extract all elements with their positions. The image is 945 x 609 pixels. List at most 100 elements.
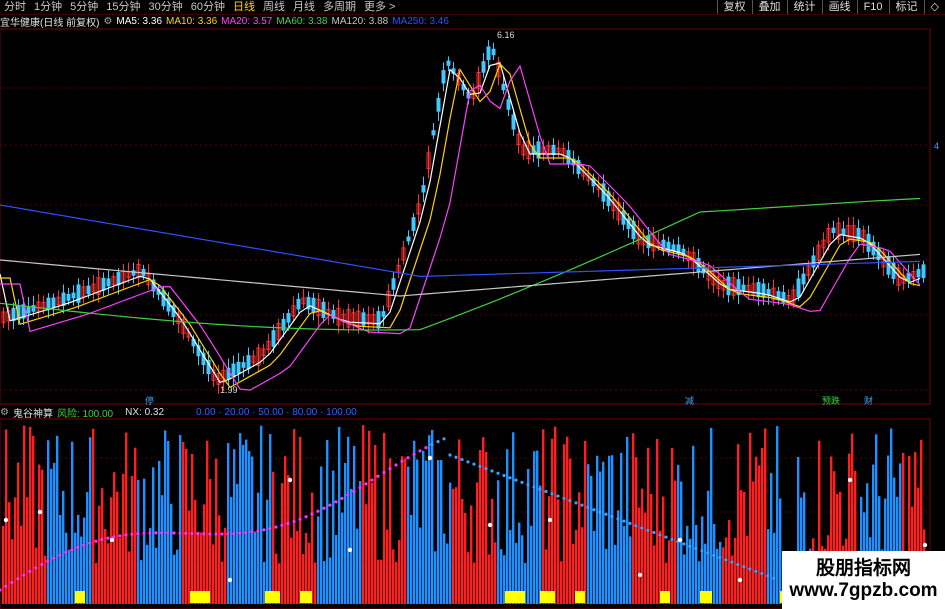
histogram-bar — [674, 480, 677, 604]
histogram-bar — [47, 440, 50, 604]
histogram-bar — [386, 529, 389, 604]
histogram-bar — [59, 515, 62, 604]
histogram-bar — [143, 478, 146, 604]
histogram-bar — [425, 460, 428, 604]
indicator-dot — [22, 573, 26, 577]
ma60-label: MA60: 3.38 — [276, 16, 328, 27]
indicator-dot — [304, 515, 308, 519]
indicator-dot — [250, 530, 254, 534]
histogram-bar — [401, 456, 404, 604]
histogram-bar — [224, 527, 227, 604]
indicator-dot — [688, 544, 692, 548]
histogram-bar — [584, 440, 587, 604]
histogram-bar — [449, 482, 452, 604]
histogram-bar — [173, 554, 176, 604]
histogram-bar — [599, 471, 602, 604]
ma120-label: MA120: 3.88 — [331, 16, 389, 27]
indicator-dot — [70, 548, 74, 552]
indicator-dot — [670, 537, 674, 541]
indicator-dot — [724, 558, 728, 562]
candle-body — [831, 227, 836, 234]
indicator-dot — [748, 567, 752, 571]
candle-body — [431, 130, 436, 136]
histogram-bar — [569, 458, 572, 604]
indicator-dot — [46, 559, 50, 563]
histogram-bar — [530, 525, 533, 604]
candle-body — [916, 269, 921, 278]
histogram-bar — [644, 512, 647, 604]
candle-body — [421, 185, 426, 193]
histogram-bar — [353, 445, 356, 604]
indicator-dot — [370, 478, 374, 482]
histogram-bar — [236, 483, 239, 604]
histogram-bar — [380, 559, 383, 604]
indicator-dot — [280, 523, 284, 527]
indicator-dot — [496, 471, 500, 475]
histogram-bar — [527, 468, 530, 604]
indicator-name[interactable]: 鬼谷神算 — [13, 405, 53, 420]
indicator-dot — [424, 446, 428, 450]
indicator-dot — [376, 474, 380, 478]
indicator-dot — [118, 534, 122, 538]
histogram-bar — [536, 450, 539, 604]
histogram-bar — [437, 460, 440, 604]
indicator-dot — [406, 456, 410, 460]
histogram-bar — [8, 502, 11, 604]
candle-body — [71, 292, 76, 299]
indicator-dot — [76, 545, 80, 549]
histogram-bar — [377, 559, 380, 604]
histogram-bar — [203, 504, 206, 604]
indicator-dot — [136, 532, 140, 536]
base-marker — [505, 591, 525, 603]
indicator-dot — [736, 562, 740, 567]
histogram-bar — [623, 525, 626, 604]
indicator-dot — [346, 493, 350, 497]
histogram-bar — [62, 490, 65, 604]
signal-dot — [227, 577, 233, 583]
histogram-bar — [653, 545, 656, 604]
candle-body — [811, 255, 816, 268]
indicator-dot — [274, 525, 278, 529]
indicator-dot — [364, 482, 368, 486]
histogram-bar — [152, 467, 155, 604]
event-marker-forecast[interactable]: 预跌 — [822, 394, 840, 407]
gear-icon[interactable]: ⚙ — [103, 16, 112, 27]
indicator-dot — [214, 532, 218, 536]
indicator-dot — [538, 487, 542, 491]
candle-body — [236, 361, 241, 374]
histogram-bar — [407, 466, 410, 604]
indicator-dot — [154, 531, 158, 535]
histogram-bar — [170, 503, 173, 604]
base-marker — [75, 591, 85, 603]
candle-body — [116, 272, 121, 286]
histogram-bar — [29, 426, 32, 604]
ma20-label: MA20: 3.57 — [221, 16, 273, 27]
histogram-bar — [638, 507, 641, 604]
histogram-bar — [494, 542, 497, 604]
stock-title[interactable]: 宜华健康(日线 前复权) — [0, 14, 99, 29]
histogram-bar — [320, 466, 323, 604]
indicator-dot — [328, 503, 332, 507]
histogram-bar — [632, 433, 635, 604]
histogram-bar — [773, 532, 776, 604]
indicator-dot — [82, 543, 86, 547]
histogram-bar — [188, 510, 191, 604]
ma5-label: MA5: 3.36 — [116, 16, 163, 27]
indicator-dot — [730, 560, 734, 564]
histogram-bar — [116, 491, 119, 604]
candle-body — [511, 114, 516, 130]
indicator-dot — [436, 439, 440, 444]
signal-dot — [109, 537, 115, 543]
histogram-bar — [128, 551, 131, 604]
kline-chart[interactable] — [0, 0, 945, 609]
event-marker-finance[interactable]: 财 — [864, 394, 873, 407]
histogram-bar — [254, 531, 257, 604]
candle-body — [106, 278, 111, 287]
event-marker-reduce[interactable]: 减 — [685, 394, 694, 407]
candle-body — [761, 283, 766, 298]
indicator-dot — [40, 562, 44, 567]
gear-icon[interactable]: ⚙ — [0, 407, 9, 418]
histogram-bar — [431, 429, 434, 604]
event-marker-suspend[interactable]: 停 — [145, 394, 154, 407]
histogram-bar — [734, 537, 737, 604]
